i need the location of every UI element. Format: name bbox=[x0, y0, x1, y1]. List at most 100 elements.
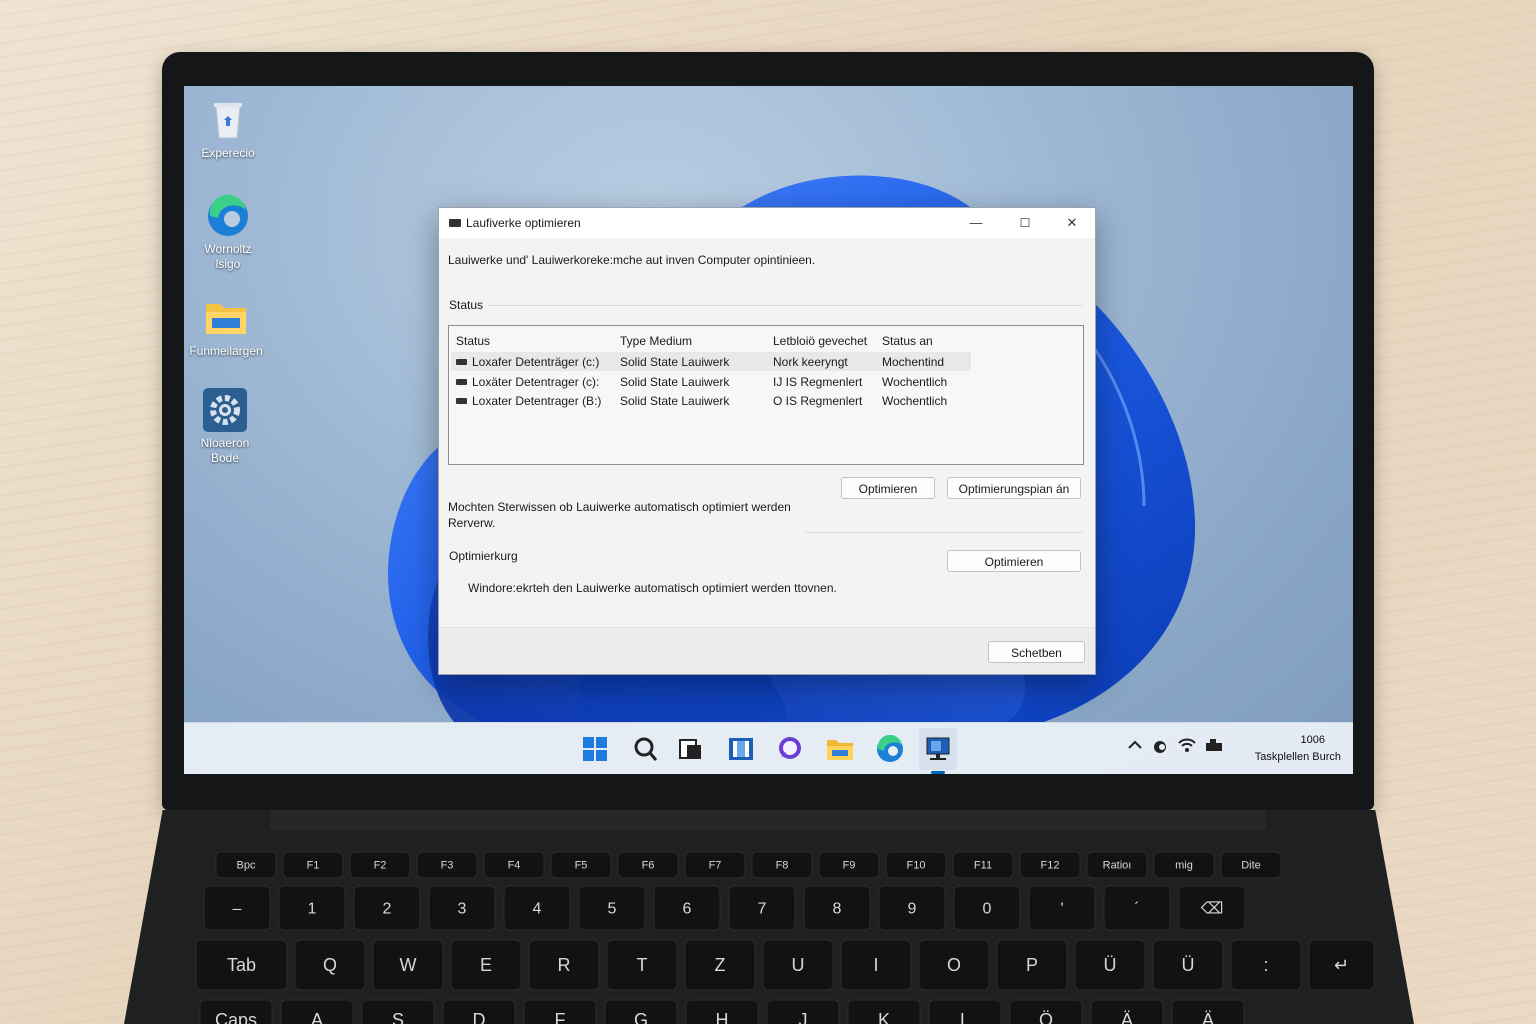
desktop-icon-label: Nloaeron bbox=[200, 436, 250, 450]
keyboard-key-label: 7 bbox=[758, 900, 767, 917]
defrag-app-icon[interactable] bbox=[924, 735, 952, 763]
file-explorer-icon[interactable] bbox=[826, 735, 854, 763]
keyboard-key-label: Caps bbox=[215, 1010, 257, 1024]
chat-icon[interactable] bbox=[776, 735, 804, 763]
keyboard-key-label: 6 bbox=[683, 900, 692, 917]
keyboard-key-label: K bbox=[878, 1010, 890, 1024]
table-row[interactable]: Loxäter Detentrager (c): Solid State Lau… bbox=[451, 372, 971, 391]
keyboard-key-label: ´ bbox=[1134, 900, 1139, 917]
keyboard-key-label: F1 bbox=[307, 860, 320, 872]
drive-last-run: IJ IS Regmenlert bbox=[773, 375, 863, 389]
desktop-icon-settings[interactable]: Nloaeron Bode bbox=[184, 388, 270, 466]
column-header-current-status[interactable]: Status an bbox=[882, 334, 933, 348]
keyboard-key-label: F8 bbox=[776, 860, 789, 872]
drive-icon bbox=[456, 398, 467, 404]
status-section-label: Status bbox=[449, 298, 484, 312]
keyboard-key-label: F9 bbox=[843, 860, 856, 872]
minimize-button[interactable]: — bbox=[953, 208, 999, 238]
desktop-icon-label: Funmeilargen bbox=[189, 344, 263, 358]
desktop-icon-label: Wornoltz bbox=[204, 242, 252, 256]
keyboard-key-label: Ratioı bbox=[1103, 860, 1132, 872]
drive-icon bbox=[456, 379, 467, 385]
drive-name: Loxäter Detentrager (c): bbox=[472, 375, 600, 389]
windows-start-icon[interactable] bbox=[581, 735, 609, 763]
keyboard-key-label: O bbox=[947, 955, 961, 975]
table-row[interactable]: Loxafer Detenträger (c:) Solid State Lau… bbox=[451, 352, 971, 371]
keyboard-key-label: 1 bbox=[308, 900, 317, 917]
laptop-keyboard-deck: Bpc F1 F2 F3 F4 F5 F6 F7 F8 F9 F10 F11 F12 Ratioı mig D… bbox=[124, 810, 1414, 1024]
column-header-last-run[interactable]: Letbloiö gevechet bbox=[773, 334, 867, 348]
drive-app-icon bbox=[449, 219, 461, 227]
optimize-drives-window: Laufiverke optimieren — ☐ ✕ Lauiwerke un… bbox=[438, 207, 1096, 675]
keyboard-key-label: F3 bbox=[441, 860, 454, 872]
keyboard-key-label: F4 bbox=[508, 860, 521, 872]
keyboard-key-label: D bbox=[473, 1010, 486, 1024]
keyboard-key-label: ↵ bbox=[1334, 955, 1349, 975]
drive-media-type: Solid State Lauiwerk bbox=[620, 355, 730, 369]
keyboard-key-label: S bbox=[392, 1010, 404, 1024]
drive-name: Loxafer Detenträger (c:) bbox=[472, 355, 600, 369]
desktop-icon-label: lsigo bbox=[215, 257, 241, 271]
keyboard-key-label: Ü bbox=[1104, 955, 1117, 975]
keyboard-key-label: 5 bbox=[608, 900, 617, 917]
close-button[interactable]: Schetben bbox=[988, 641, 1085, 663]
widgets-icon[interactable] bbox=[727, 735, 755, 763]
drive-name: Loxater Detentrager (B:) bbox=[472, 394, 602, 408]
maximize-button[interactable]: ☐ bbox=[1002, 208, 1048, 238]
desktop-icon-label: Experecio bbox=[201, 146, 255, 160]
table-row[interactable]: Loxater Detentrager (B:) Solid State Lau… bbox=[451, 391, 971, 410]
keyboard-key-label: 8 bbox=[833, 900, 842, 917]
keyboard-key-label: E bbox=[480, 955, 492, 975]
volume-battery-icon[interactable] bbox=[1204, 737, 1224, 756]
column-header-status[interactable]: Status bbox=[456, 334, 490, 348]
keyboard-key-label: Ä bbox=[1121, 1010, 1133, 1024]
window-title: Laufiverke optimieren bbox=[466, 216, 581, 230]
change-schedule-button[interactable]: Optimierungspian án bbox=[947, 477, 1081, 499]
gear-icon bbox=[203, 388, 247, 432]
keyboard-key-label: ⌫ bbox=[1201, 900, 1224, 917]
keyboard-key-label: 9 bbox=[908, 900, 917, 917]
keyboard-key-label: F6 bbox=[642, 860, 655, 872]
title-bar[interactable]: Laufiverke optimieren — ☐ ✕ bbox=[439, 208, 1095, 238]
laptop-hinge bbox=[270, 810, 1266, 830]
desktop-icon-edge[interactable]: Wornoltz lsigo bbox=[184, 194, 273, 272]
status-divider bbox=[489, 305, 1083, 306]
edge-icon[interactable] bbox=[876, 734, 904, 763]
keyboard-key-label: 3 bbox=[458, 900, 467, 917]
search-icon[interactable] bbox=[631, 735, 659, 763]
drive-icon bbox=[456, 359, 467, 365]
optimization-section-label: Optimierkurg bbox=[449, 549, 518, 563]
task-view-icon[interactable] bbox=[677, 735, 705, 763]
drive-status: Mochentind bbox=[882, 355, 945, 369]
keyboard-key-label: F5 bbox=[575, 860, 588, 872]
keyboard-key-label: 4 bbox=[533, 900, 542, 917]
wifi-icon[interactable] bbox=[1178, 737, 1196, 756]
clock-time: 1006 bbox=[1300, 734, 1325, 746]
close-window-button[interactable]: ✕ bbox=[1049, 208, 1095, 238]
keyboard-key-label: 2 bbox=[383, 900, 392, 917]
drive-last-run: Nork keeryngt bbox=[773, 355, 848, 369]
keyboard-key-label: Ö bbox=[1039, 1010, 1053, 1024]
optimize-schedule-button[interactable]: Optimieren bbox=[947, 550, 1081, 572]
column-header-media-type[interactable]: Type Medium bbox=[620, 334, 692, 348]
chevron-up-icon[interactable] bbox=[1127, 737, 1143, 756]
keyboard-key-label: F2 bbox=[374, 860, 387, 872]
keyboard-key-label: A bbox=[311, 1010, 323, 1024]
onedrive-icon[interactable] bbox=[1152, 738, 1168, 757]
keyboard-key-label: W bbox=[400, 955, 417, 975]
desktop-icon-folder[interactable]: Funmeilargen bbox=[184, 296, 271, 359]
drive-media-type: Solid State Lauiwerk bbox=[620, 394, 730, 408]
taskbar-clock[interactable]: 1006 Taskplellen Burch bbox=[1255, 732, 1341, 766]
keyboard-key-label: I bbox=[873, 955, 878, 975]
keyboard-key-label: Dite bbox=[1241, 860, 1261, 872]
auto-optimize-question: Mochten Sterwissen ob Lauiwerke automati… bbox=[448, 499, 791, 531]
optimize-button[interactable]: Optimieren bbox=[841, 477, 935, 499]
drive-last-run: O IS Regmenlert bbox=[773, 394, 863, 408]
optimization-divider bbox=[805, 532, 1083, 533]
drive-list[interactable]: Status Type Medium Letbloiö gevechet Sta… bbox=[448, 325, 1084, 465]
desktop-icon-recycle-bin[interactable]: Experecio bbox=[184, 98, 273, 161]
keyboard-key-label: F7 bbox=[709, 860, 722, 872]
keyboard-key-label: Bpc bbox=[237, 860, 256, 872]
keyboard-key-label: Ä bbox=[1202, 1010, 1214, 1024]
keyboard-key-label: 0 bbox=[983, 900, 992, 917]
